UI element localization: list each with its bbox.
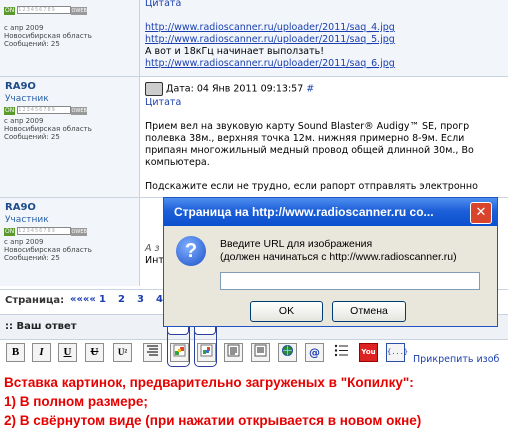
email-button[interactable]: @ bbox=[305, 343, 324, 362]
page-link-4[interactable]: 4 bbox=[156, 294, 163, 305]
page-link-2[interactable]: 2 bbox=[118, 294, 125, 305]
online-badge: ON bbox=[4, 228, 16, 236]
page-link-1[interactable]: 1 bbox=[99, 294, 106, 305]
list-icon[interactable] bbox=[332, 343, 351, 362]
image-link[interactable]: http://www.radioscanner.ru/uploader/2011… bbox=[145, 22, 505, 34]
attach-image-link[interactable]: Прикрепить изоб bbox=[413, 354, 499, 365]
close-button[interactable]: ✕ bbox=[470, 202, 492, 224]
online-badge: ON bbox=[4, 7, 16, 15]
join-date: с апр 2009 bbox=[4, 117, 44, 125]
rating-bar: 123456789 bbox=[17, 6, 72, 14]
question-icon: ? bbox=[176, 236, 206, 266]
post-body: Цитата Прием вел на звуковую карту Sound… bbox=[145, 97, 508, 193]
user-meta: с апр 2009 Новосибирская область Сообщен… bbox=[4, 117, 92, 141]
post-text: припаян многожильный медный провод общей… bbox=[145, 145, 474, 156]
url-input[interactable] bbox=[220, 272, 480, 290]
quote-label: Цитата bbox=[145, 97, 182, 108]
message-count: Сообщений: 25 bbox=[4, 254, 60, 262]
post-row-2: RA9O Участник ON 123456789 OWEB с апр 2009… bbox=[0, 77, 508, 197]
post-row-1: ON 123456789 OWEB с апр 2009 Новосибирская… bbox=[0, 0, 508, 76]
dialog-message-line-1: Введите URL для изображения bbox=[220, 238, 373, 250]
image-link[interactable]: http://www.radioscanner.ru/uploader/2011… bbox=[145, 34, 505, 46]
user-role: Участник bbox=[5, 215, 49, 225]
reply-title: :: Ваш ответ bbox=[5, 321, 77, 332]
user-status-row: ON 123456789 OWEB bbox=[4, 106, 88, 115]
italic-button[interactable]: I bbox=[32, 343, 51, 362]
cancel-button[interactable]: Отмена bbox=[332, 301, 406, 322]
document-icon[interactable] bbox=[224, 343, 243, 362]
column-divider bbox=[139, 198, 140, 286]
user-role: Участник bbox=[5, 94, 49, 104]
post-body: А з Инт bbox=[145, 243, 164, 267]
username[interactable]: RA9O bbox=[5, 202, 36, 213]
underline-button[interactable]: U bbox=[58, 343, 77, 362]
join-date: с апр 2009 bbox=[4, 238, 44, 246]
post-date: Дата: 04 Янв 2011 09:13:57 bbox=[166, 83, 304, 95]
post-text: Прием вел на звуковую карту Sound Blaste… bbox=[145, 121, 470, 132]
bold-button[interactable]: B bbox=[6, 343, 25, 362]
code-button[interactable]: {...} bbox=[386, 343, 408, 362]
user-location: Новосибирская область bbox=[4, 32, 92, 40]
quote-label: Цитата bbox=[145, 0, 182, 9]
rating-bar: 123456789 bbox=[17, 106, 72, 114]
user-badge: OWEB bbox=[71, 107, 88, 115]
ok-button[interactable]: OK bbox=[250, 301, 323, 322]
pagination-label: Страница: bbox=[5, 295, 65, 306]
message-count: Сообщений: 25 bbox=[4, 133, 60, 141]
image-link[interactable]: http://www.radioscanner.ru/uploader/2011… bbox=[145, 58, 505, 70]
superscript-button[interactable]: U² bbox=[113, 343, 132, 362]
user-meta: с апр 2009 Новосибирская область Сообщен… bbox=[4, 238, 92, 262]
dialog-message: Введите URL для изображения (должен начи… bbox=[220, 238, 457, 264]
monitor-icon bbox=[145, 82, 163, 96]
post-text: Инт bbox=[145, 255, 164, 266]
user-badge: OWEB bbox=[71, 7, 88, 15]
rating-bar: 123456789 bbox=[17, 227, 72, 235]
align-icon[interactable] bbox=[143, 343, 162, 362]
user-location: Новосибирская область bbox=[4, 125, 92, 133]
post-text: полевка 38м., верхняя точка 12м. нижняя … bbox=[145, 133, 465, 144]
user-status-row: ON 123456789 OWEB bbox=[4, 227, 88, 236]
user-location: Новосибирская область bbox=[4, 246, 92, 254]
column-divider bbox=[139, 0, 140, 76]
link-globe-icon[interactable] bbox=[278, 343, 297, 362]
post-text: А вот и 18кГц начинает выползать! bbox=[145, 46, 325, 57]
caption-line-1: Вставка картинок, предварительно загруже… bbox=[4, 375, 414, 390]
message-count: Сообщений: 25 bbox=[4, 40, 60, 48]
caption-line-3: 2) В свёрнутом виде (при нажатии открыва… bbox=[4, 413, 422, 428]
caption-line-2: 1) В полном размере; bbox=[4, 394, 148, 409]
quote-icon[interactable] bbox=[251, 343, 270, 362]
youtube-button[interactable]: You bbox=[359, 343, 378, 362]
online-badge: ON bbox=[4, 107, 16, 115]
user-status-row: ON 123456789 OWEB bbox=[4, 6, 88, 15]
page-link-3[interactable]: 3 bbox=[137, 294, 144, 305]
username[interactable]: RA9O bbox=[5, 81, 36, 92]
post-text: А з bbox=[145, 243, 160, 254]
column-divider bbox=[139, 77, 140, 197]
user-meta: с апр 2009 Новосибирская область Сообщен… bbox=[4, 24, 92, 48]
post-text: компьютера. bbox=[145, 157, 210, 168]
strikethrough-button[interactable]: U bbox=[85, 343, 104, 362]
user-badge: OWEB bbox=[71, 228, 88, 236]
dialog-title: Страница на http://www.radioscanner.ru с… bbox=[164, 198, 497, 226]
post-text: Подскажите если не трудно, если рапорт о… bbox=[145, 181, 478, 192]
post-header: Дата: 04 Янв 2011 09:13:57 # bbox=[145, 82, 314, 96]
dialog-message-line-2: (должен начинаться с http://www.radiosca… bbox=[220, 251, 457, 263]
page-first-link[interactable]: «««« bbox=[70, 294, 96, 305]
post-anchor-link[interactable]: # bbox=[306, 84, 314, 95]
post-body: Цитата http://www.radioscanner.ru/upload… bbox=[145, 0, 505, 70]
url-prompt-dialog: Страница на http://www.radioscanner.ru с… bbox=[163, 197, 498, 327]
join-date: с апр 2009 bbox=[4, 24, 44, 32]
